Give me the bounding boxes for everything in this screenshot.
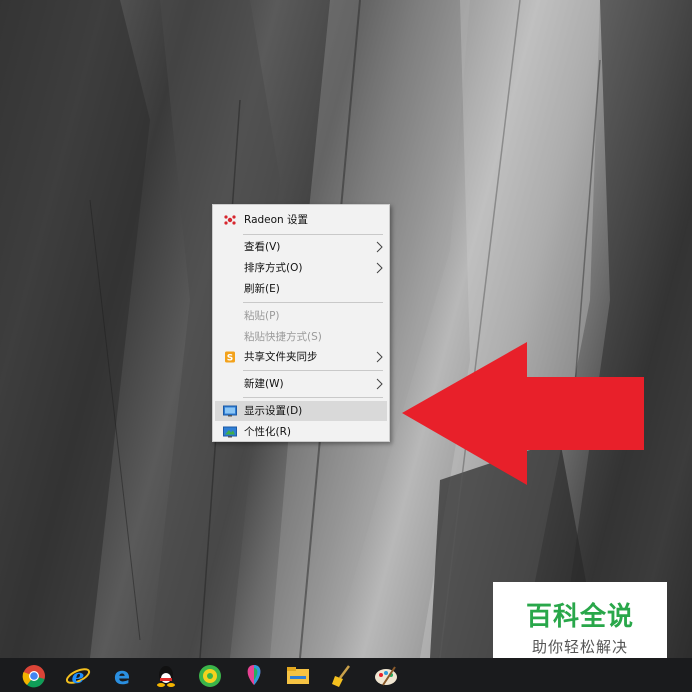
watermark-title: 百科全说 bbox=[525, 602, 634, 632]
menu-item-refresh[interactable]: 刷新(E) bbox=[215, 279, 387, 299]
menu-item-label: 排序方式(O) bbox=[244, 262, 303, 274]
display-settings-icon bbox=[223, 405, 237, 417]
menu-separator bbox=[243, 234, 383, 235]
svg-text:S: S bbox=[227, 354, 233, 364]
menu-item-label: 显示设置(D) bbox=[244, 405, 303, 417]
svg-text:e: e bbox=[114, 663, 130, 689]
menu-item-paste: 粘贴(P) bbox=[215, 306, 387, 326]
desktop-context-menu: Radeon 设置 查看(V) 排序方式(O) 刷新(E) 粘贴(P) 粘贴快捷… bbox=[212, 204, 390, 442]
menu-item-label: 查看(V) bbox=[244, 241, 281, 253]
menu-separator bbox=[243, 397, 383, 398]
menu-item-label: 粘贴快捷方式(S) bbox=[244, 331, 322, 343]
svg-text:e: e bbox=[72, 664, 85, 688]
file-explorer-icon[interactable] bbox=[285, 663, 311, 689]
chevron-right-icon bbox=[376, 241, 383, 253]
chevron-right-icon bbox=[376, 378, 383, 390]
paint-palette-icon[interactable] bbox=[373, 663, 399, 689]
menu-item-share-folder-sync[interactable]: S 共享文件夹同步 bbox=[215, 347, 387, 367]
menu-item-display-settings[interactable]: 显示设置(D) bbox=[215, 401, 387, 421]
menu-item-label: 刷新(E) bbox=[244, 283, 280, 295]
menu-item-view[interactable]: 查看(V) bbox=[215, 237, 387, 257]
red-pointer-arrow bbox=[402, 342, 644, 485]
menu-separator bbox=[243, 370, 383, 371]
watermark-subtitle: 助你轻松解决 bbox=[531, 638, 628, 656]
cleanup-broom-icon[interactable] bbox=[329, 663, 355, 689]
menu-item-label: Radeon 设置 bbox=[244, 214, 309, 226]
menu-item-radeon-settings[interactable]: Radeon 设置 bbox=[215, 210, 387, 230]
menu-item-label: 粘贴(P) bbox=[244, 310, 280, 322]
chrome-icon[interactable] bbox=[21, 663, 47, 689]
taskbar: e e bbox=[0, 658, 692, 692]
menu-item-sort-by[interactable]: 排序方式(O) bbox=[215, 258, 387, 278]
menu-item-personalize[interactable]: 个性化(R) bbox=[215, 422, 387, 442]
edge-icon[interactable]: e bbox=[109, 663, 135, 689]
menu-item-label: 共享文件夹同步 bbox=[244, 351, 318, 363]
menu-separator bbox=[243, 302, 383, 303]
qq-icon[interactable] bbox=[153, 663, 179, 689]
chevron-right-icon bbox=[376, 351, 383, 363]
ie-icon[interactable]: e bbox=[65, 663, 91, 689]
desktop-wallpaper[interactable]: Radeon 设置 查看(V) 排序方式(O) 刷新(E) 粘贴(P) 粘贴快捷… bbox=[0, 0, 692, 658]
menu-item-paste-shortcut: 粘贴快捷方式(S) bbox=[215, 327, 387, 347]
colorful-balloon-icon[interactable] bbox=[241, 663, 267, 689]
watermark-badge: 百科全说 助你轻松解决 bbox=[493, 582, 667, 665]
chevron-right-icon bbox=[376, 262, 383, 274]
personalize-icon bbox=[223, 426, 237, 438]
browser-360-icon[interactable] bbox=[197, 663, 223, 689]
menu-item-label: 个性化(R) bbox=[244, 426, 291, 438]
menu-item-label: 新建(W) bbox=[244, 378, 284, 390]
menu-item-new[interactable]: 新建(W) bbox=[215, 374, 387, 394]
share-sync-icon: S bbox=[225, 351, 235, 364]
radeon-icon bbox=[224, 215, 236, 225]
